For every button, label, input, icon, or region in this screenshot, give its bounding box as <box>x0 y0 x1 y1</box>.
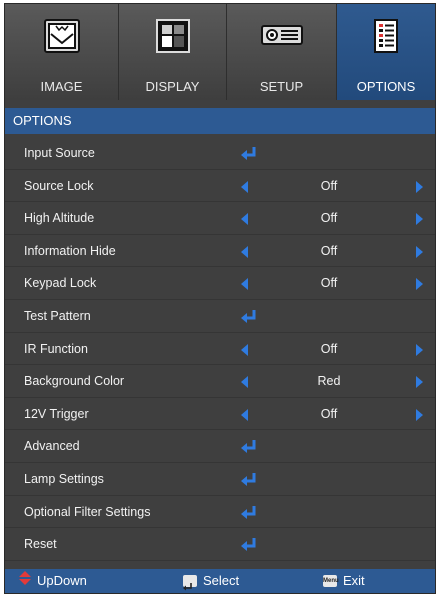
option-label: Lamp Settings <box>24 471 104 486</box>
option-value: Off <box>320 211 338 226</box>
option-value: Off <box>320 178 338 193</box>
option-row[interactable]: Optional Filter Settings <box>5 496 435 529</box>
tab-label: IMAGE <box>40 79 83 94</box>
option-row[interactable]: Reset <box>5 528 435 561</box>
footer-select: Select <box>183 569 239 593</box>
option-value: Off <box>320 243 338 258</box>
right-arrow-icon[interactable] <box>416 212 423 230</box>
footer-bar: UpDown Select Menu Exit <box>5 569 435 593</box>
left-arrow-icon[interactable] <box>241 245 248 263</box>
option-row[interactable]: Advanced <box>5 430 435 463</box>
option-row[interactable]: 12V Trigger Off <box>5 398 435 431</box>
option-value: Off <box>320 341 338 356</box>
option-row[interactable]: Keypad Lock Off <box>5 267 435 300</box>
enter-icon[interactable] <box>241 309 257 328</box>
tab-label: SETUP <box>259 79 304 94</box>
enter-icon[interactable] <box>241 505 257 524</box>
enter-icon[interactable] <box>241 439 257 458</box>
option-label: Input Source <box>24 146 95 160</box>
option-label: High Altitude <box>24 211 95 226</box>
options-document-icon <box>373 18 399 59</box>
left-arrow-icon[interactable] <box>241 277 248 295</box>
footer-exit-label: Exit <box>343 573 365 588</box>
option-label: Background Color <box>24 374 125 389</box>
left-arrow-icon[interactable] <box>241 343 248 361</box>
right-arrow-icon[interactable] <box>416 408 423 426</box>
left-arrow-icon[interactable] <box>241 180 248 198</box>
option-value: Off <box>320 406 338 421</box>
tab-bar: IMAGE DISPLAY SETUP OPTIONS <box>5 4 435 100</box>
tab-setup[interactable]: SETUP <box>227 4 337 100</box>
option-label: Information Hide <box>24 243 116 258</box>
footer-updown-label: UpDown <box>37 573 87 588</box>
enter-key-icon <box>183 575 197 591</box>
option-row[interactable]: Source Lock Off <box>5 170 435 203</box>
enter-icon[interactable] <box>241 146 257 165</box>
option-row[interactable]: High Altitude Off <box>5 202 435 235</box>
option-value: Red <box>317 374 341 389</box>
option-row[interactable]: Background Color Red <box>5 365 435 398</box>
option-label: Keypad Lock <box>24 276 97 291</box>
section-title: OPTIONS <box>5 108 435 134</box>
left-arrow-icon[interactable] <box>241 212 248 230</box>
tab-label: DISPLAY <box>145 79 200 94</box>
right-arrow-icon[interactable] <box>416 180 423 198</box>
right-arrow-icon[interactable] <box>416 375 423 393</box>
option-label: Advanced <box>24 439 80 454</box>
right-arrow-icon[interactable] <box>416 277 423 295</box>
tab-label: OPTIONS <box>356 79 416 94</box>
option-row[interactable]: Information Hide Off <box>5 235 435 268</box>
footer-select-label: Select <box>203 573 240 588</box>
left-arrow-icon[interactable] <box>241 375 248 393</box>
enter-icon[interactable] <box>241 472 257 491</box>
display-icon <box>155 18 191 59</box>
option-label: Test Pattern <box>24 308 91 323</box>
menu-key-icon: Menu <box>323 575 339 587</box>
image-icon <box>43 18 81 59</box>
option-label: Optional Filter Settings <box>24 504 151 519</box>
option-row[interactable]: Test Pattern <box>5 300 435 333</box>
tab-options[interactable]: OPTIONS <box>337 4 435 100</box>
option-label: Source Lock <box>24 178 94 193</box>
updown-icon <box>19 569 31 593</box>
options-list: Input Source Source Lock Off High Altitude O… <box>5 137 435 561</box>
right-arrow-icon[interactable] <box>416 245 423 263</box>
option-row[interactable]: Input Source <box>5 137 435 170</box>
tab-image[interactable]: IMAGE <box>5 4 119 100</box>
option-row[interactable]: Lamp Settings <box>5 463 435 496</box>
option-label: IR Function <box>24 341 88 356</box>
osd-menu: IMAGE DISPLAY SETUP OPTIONS OPTIONS Inpu… <box>4 3 436 594</box>
option-label: Reset <box>24 537 57 552</box>
projector-icon <box>260 18 304 59</box>
enter-icon[interactable] <box>241 537 257 556</box>
footer-updown: UpDown <box>19 569 87 593</box>
tab-display[interactable]: DISPLAY <box>119 4 227 100</box>
option-label: 12V Trigger <box>24 406 89 421</box>
footer-exit: Menu Exit <box>323 569 365 593</box>
option-value: Off <box>320 276 338 291</box>
left-arrow-icon[interactable] <box>241 408 248 426</box>
right-arrow-icon[interactable] <box>416 343 423 361</box>
option-row[interactable]: IR Function Off <box>5 333 435 366</box>
